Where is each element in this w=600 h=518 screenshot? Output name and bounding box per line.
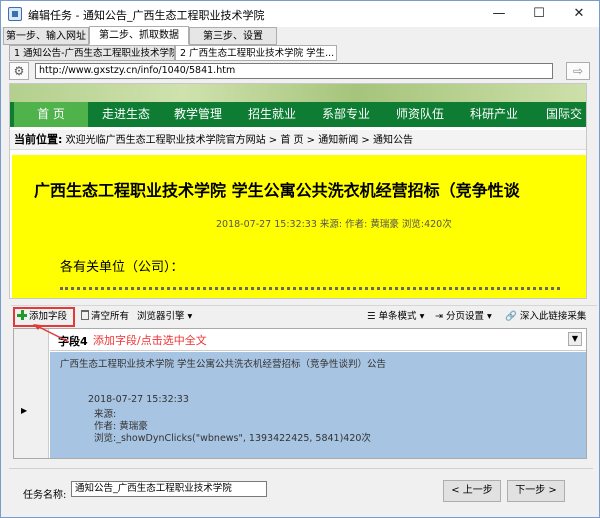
page-tab-2[interactable]: 2 广西生态工程职业技术学院 学生... <box>175 45 337 61</box>
article-body: 各有关单位（公司）： <box>60 260 184 275</box>
article-cut-line <box>60 287 560 291</box>
nav-item-research[interactable]: 科研产业 <box>470 102 518 127</box>
plus-icon <box>17 310 27 320</box>
column-header: 字段4 添加字段/点击选中全文 ▼ <box>50 329 586 351</box>
list-icon: ☰ <box>367 311 379 322</box>
deep-crawl-label: 深入此链接采集 <box>519 311 587 322</box>
task-name-input[interactable]: 通知公告_广西生态工程职业技术学院 <box>71 481 267 497</box>
add-field-button[interactable]: 添加字段 <box>17 309 67 325</box>
article-meta: 2018-07-27 15:32:33 来源: 作者: 黄瑞豪 浏览:420次 <box>216 219 452 230</box>
close-button[interactable]: ✕ <box>559 1 599 27</box>
article-area: 广西生态工程职业技术学院 学生公寓公共洗衣机经营招标（竞争性谈 2018-07-… <box>12 155 586 298</box>
clear-all-label: 清空所有 <box>91 311 130 322</box>
single-mode-dropdown[interactable]: ☰ 单条模式 ▾ <box>367 309 424 325</box>
nav-item-faculty[interactable]: 师资队伍 <box>396 102 444 127</box>
cell-line: 浏览:_showDynClicks("wbnews", 1393422425, … <box>94 433 371 444</box>
field-grid: ▶ 字段4 添加字段/点击选中全文 ▼ 广西生态工程职业技术学院 学生公寓公共洗… <box>13 328 587 459</box>
article-title: 广西生态工程职业技术学院 学生公寓公共洗衣机经营招标（竞争性谈 <box>34 181 520 200</box>
url-input[interactable]: http://www.gxstzy.cn/info/1040/5841.htm <box>35 63 553 79</box>
nav-item-about[interactable]: 走进生态 <box>102 102 150 127</box>
pagination-icon: ⇥ <box>435 311 446 322</box>
single-mode-label: 单条模式 ▾ <box>378 311 425 322</box>
callout-hint: 添加字段/点击选中全文 <box>93 334 207 347</box>
row-header: ▶ <box>14 329 49 458</box>
pagination-dropdown[interactable]: ⇥ 分页设置 ▾ <box>435 309 492 325</box>
tab-step-2[interactable]: 第二步、抓取数据 <box>89 26 189 45</box>
nav-item-departments[interactable]: 系部专业 <box>322 102 370 127</box>
nav-item-home[interactable]: 首 页 <box>14 102 88 127</box>
current-row-icon: ▶ <box>21 406 28 415</box>
trash-icon <box>81 310 89 320</box>
pagination-label: 分页设置 ▾ <box>445 311 492 322</box>
tab-step-3[interactable]: 第三步、设置 <box>189 27 277 45</box>
link-icon: 🔗 <box>505 311 520 322</box>
minimize-button[interactable]: — <box>479 1 519 27</box>
tab-step-1[interactable]: 第一步、输入网址 <box>3 27 89 45</box>
breadcrumb-label: 当前位置: <box>14 133 63 146</box>
field-toolbar: 添加字段 清空所有 浏览器引擎 ▾ ☰ 单条模式 ▾ ⇥ 分页设置 ▾ 🔗 深入… <box>11 305 597 327</box>
clear-all-button[interactable]: 清空所有 <box>81 309 129 325</box>
task-editor-window: 编辑任务 - 通知公告_广西生态工程职业技术学院 — ☐ ✕ 第一步、输入网址 … <box>0 0 600 518</box>
add-field-label: 添加字段 <box>29 311 68 322</box>
footer-divider <box>9 468 593 469</box>
prev-step-button[interactable]: < 上一步 <box>443 480 501 502</box>
title-bar: 编辑任务 - 通知公告_广西生态工程职业技术学院 — ☐ ✕ <box>1 1 599 27</box>
breadcrumb-path[interactable]: 欢迎光临广西生态工程职业技术学院官方网站 > 首 页 > 通知新闻 > 通知公告 <box>66 135 413 146</box>
field-name[interactable]: 字段4 <box>58 333 88 349</box>
address-bar: ⚙ http://www.gxstzy.cn/info/1040/5841.ht… <box>9 61 594 81</box>
cell-line: 2018-07-27 15:32:33 <box>88 394 189 405</box>
deep-crawl-button[interactable]: 🔗 深入此链接采集 <box>505 309 586 325</box>
chevron-down-icon[interactable]: ▼ <box>568 332 582 346</box>
site-nav: 首 页 走进生态 教学管理 招生就业 系部专业 师资队伍 科研产业 国际交 <box>10 102 586 127</box>
maximize-button[interactable]: ☐ <box>519 1 559 27</box>
browser-engine-dropdown[interactable]: 浏览器引擎 ▾ <box>137 309 192 325</box>
app-icon <box>8 7 22 21</box>
nav-item-admission[interactable]: 招生就业 <box>248 102 296 127</box>
window-title: 编辑任务 - 通知公告_广西生态工程职业技术学院 <box>28 9 265 22</box>
cell-line: 广西生态工程职业技术学院 学生公寓公共洗衣机经营招标（竞争性谈判）公告 <box>60 359 387 370</box>
site-banner <box>10 84 586 102</box>
embedded-browser[interactable]: 首 页 走进生态 教学管理 招生就业 系部专业 师资队伍 科研产业 国际交 当前… <box>9 83 587 299</box>
go-arrow-icon[interactable]: ⇨ <box>566 62 590 80</box>
field-value-cell[interactable]: 广西生态工程职业技术学院 学生公寓公共洗衣机经营招标（竞争性谈判）公告 2018… <box>50 352 586 458</box>
breadcrumb: 当前位置: 欢迎光临广西生态工程职业技术学院官方网站 > 首 页 > 通知新闻 … <box>10 130 586 150</box>
nav-item-international[interactable]: 国际交 <box>546 102 582 127</box>
task-name-label: 任务名称: <box>23 490 67 501</box>
nav-item-teaching[interactable]: 教学管理 <box>174 102 222 127</box>
next-step-button[interactable]: 下一步 > <box>507 480 565 502</box>
page-tab-1[interactable]: 1 通知公告-广西生态工程职业技术学院 <box>9 45 175 61</box>
gear-icon[interactable]: ⚙ <box>9 62 29 80</box>
